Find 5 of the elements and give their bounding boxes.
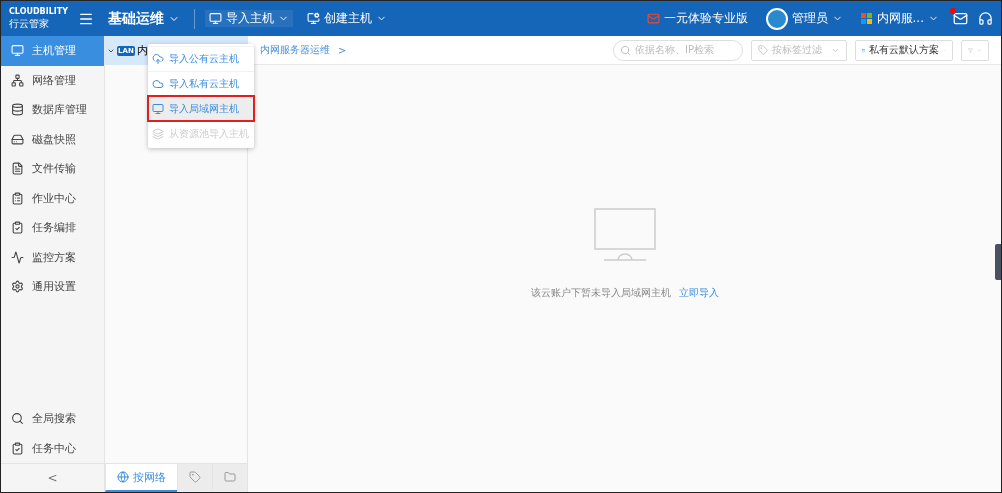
empty-message: 该云账户下暂未导入局域网主机 (530, 285, 671, 300)
logo-text: CLOUDBILITY (9, 8, 69, 17)
tree-node-label: 内 (136, 43, 148, 58)
logo-subtext: 行云管家 (9, 17, 50, 29)
breadcrumb-separator: > (338, 44, 347, 56)
